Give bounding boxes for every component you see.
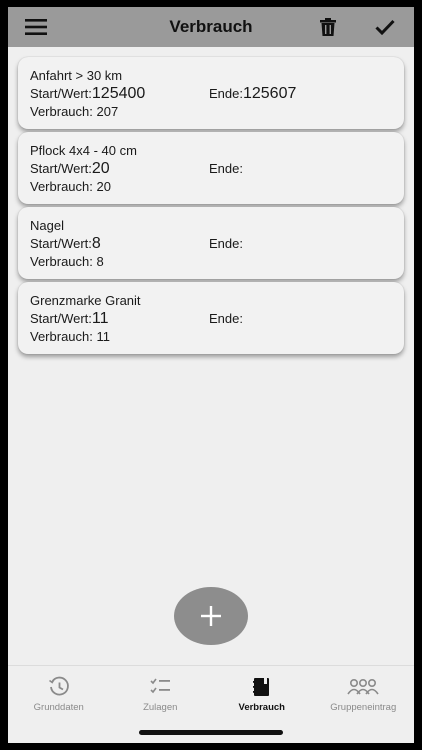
checkmark-icon <box>375 19 395 35</box>
trash-icon <box>320 18 336 36</box>
start-value: 20 <box>91 160 110 177</box>
ende-field: Ende: <box>209 235 243 253</box>
start-row: Start/Wert:125400 Ende:125607 <box>30 85 392 103</box>
book-icon <box>252 678 269 696</box>
ende-label: Ende: <box>209 311 243 326</box>
app-screen: Verbrauch Anfahrt > 30 km Start/Wert:125… <box>8 7 414 743</box>
verbrauch-row: Verbrauch: 20 <box>30 178 392 196</box>
top-app-bar: Verbrauch <box>8 7 414 47</box>
tab-label: Gruppeneintrag <box>330 702 397 713</box>
verbrauch-value: 11 <box>96 329 111 344</box>
list-item[interactable]: Anfahrt > 30 km Start/Wert:125400 Ende:1… <box>18 57 404 129</box>
verbrauch-value: 207 <box>96 104 119 119</box>
ende-field: Ende: <box>209 310 243 328</box>
add-item-button[interactable] <box>174 587 248 645</box>
verbrauch-label: Verbrauch: <box>30 329 93 344</box>
verbrauch-label: Verbrauch: <box>30 104 93 119</box>
group-icon <box>347 678 379 695</box>
device-frame: Verbrauch Anfahrt > 30 km Start/Wert:125… <box>0 0 422 750</box>
tab-gruppeneintrag[interactable]: Gruppeneintrag <box>313 666 415 727</box>
plus-icon <box>201 606 221 626</box>
list-item[interactable]: Nagel Start/Wert:8 Ende: Verbrauch: 8 <box>18 207 404 279</box>
list-item[interactable]: Grenzmarke Granit Start/Wert:11 Ende: Ve… <box>18 282 404 354</box>
ende-field: Ende: <box>209 160 243 178</box>
delete-button[interactable] <box>308 7 348 47</box>
checklist-icon <box>150 678 171 694</box>
verbrauch-label: Verbrauch: <box>30 254 93 269</box>
start-row: Start/Wert:20 Ende: <box>30 160 392 178</box>
confirm-button[interactable] <box>365 7 405 47</box>
bottom-tab-bar: Grunddaten Zulagen Verbrauch Gruppeneint… <box>8 665 414 727</box>
item-name: Nagel <box>30 218 64 233</box>
start-label: Start/Wert: <box>30 236 92 251</box>
tab-label: Zulagen <box>143 702 178 713</box>
start-label: Start/Wert: <box>30 161 92 176</box>
verbrauch-value: 8 <box>96 254 104 269</box>
start-row: Start/Wert:8 Ende: <box>30 235 392 253</box>
start-row: Start/Wert:11 Ende: <box>30 310 392 328</box>
home-indicator <box>139 730 283 735</box>
verbrauch-row: Verbrauch: 11 <box>30 328 392 346</box>
consumption-list: Anfahrt > 30 km Start/Wert:125400 Ende:1… <box>18 57 404 357</box>
tab-grunddaten[interactable]: Grunddaten <box>8 666 110 727</box>
history-clock-icon <box>48 676 69 696</box>
start-value: 125400 <box>91 85 146 102</box>
item-name: Anfahrt > 30 km <box>30 68 123 83</box>
start-value: 11 <box>91 310 109 327</box>
item-name: Grenzmarke Granit <box>30 293 141 308</box>
start-value: 8 <box>91 235 101 252</box>
tab-verbrauch[interactable]: Verbrauch <box>211 666 313 727</box>
ende-label: Ende: <box>209 86 243 101</box>
ende-value: 125607 <box>242 85 297 102</box>
ende-label: Ende: <box>209 236 243 251</box>
list-item[interactable]: Pflock 4x4 - 40 cm Start/Wert:20 Ende: V… <box>18 132 404 204</box>
ende-label: Ende: <box>209 161 243 176</box>
start-label: Start/Wert: <box>30 86 92 101</box>
item-name: Pflock 4x4 - 40 cm <box>30 143 137 158</box>
verbrauch-row: Verbrauch: 8 <box>30 253 392 271</box>
page-title: Verbrauch <box>169 17 253 36</box>
verbrauch-label: Verbrauch: <box>30 179 93 194</box>
tab-label: Grunddaten <box>33 702 84 713</box>
ende-field: Ende:125607 <box>209 85 296 103</box>
start-label: Start/Wert: <box>30 311 92 326</box>
verbrauch-value: 20 <box>96 179 111 194</box>
tab-zulagen[interactable]: Zulagen <box>110 666 212 727</box>
verbrauch-row: Verbrauch: 207 <box>30 103 392 121</box>
tab-label: Verbrauch <box>238 702 285 713</box>
